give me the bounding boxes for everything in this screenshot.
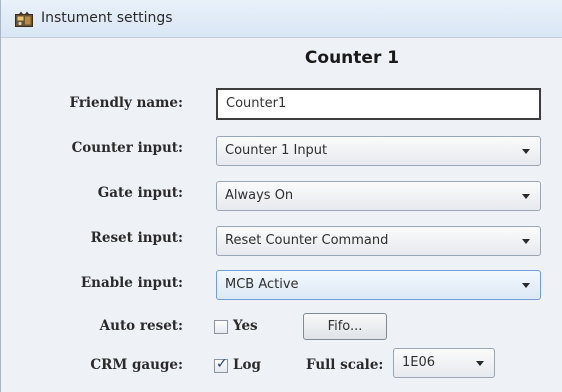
crm-gauge-checkbox[interactable]: ✓ [214,356,228,373]
reset-input-select[interactable]: Reset Counter Command [216,226,541,256]
gate-input-label: Gate input: [97,185,183,201]
counter-input-select[interactable]: Counter 1 Input [216,136,541,166]
titlebar: Instument settings [1,0,562,38]
full-scale-select[interactable]: 1E06 [393,348,495,378]
gate-input-value: Always On [225,188,294,203]
counter-input-label: Counter input: [71,140,183,156]
friendly-name-label: Friendly name: [69,95,183,111]
auto-reset-label: Auto reset: [99,318,183,334]
instrument-settings-window: Instument settings Counter 1 Friendly na… [0,0,562,392]
chevron-down-icon [522,194,530,199]
chevron-down-icon [522,239,530,244]
full-scale-value: 1E06 [402,355,436,370]
reset-input-label: Reset input: [90,230,183,246]
enable-input-value: MCB Active [225,277,299,292]
counter-heading: Counter 1 [304,48,400,68]
full-scale-label: Full scale: [306,357,384,373]
chevron-down-icon [476,361,484,366]
auto-reset-checkbox[interactable] [214,320,228,334]
enable-input-select[interactable]: MCB Active [216,270,541,300]
instrument-settings-icon [15,11,33,27]
friendly-name-field[interactable]: Counter1 [216,88,541,120]
window-title: Instument settings [41,10,173,26]
enable-input-label: Enable input: [80,275,183,291]
gate-input-select[interactable]: Always On [216,181,541,211]
chevron-down-icon [522,283,530,288]
fifo-button[interactable]: Fifo... [303,313,387,340]
auto-reset-checkbox-label: Yes [233,318,258,334]
counter-input-value: Counter 1 Input [225,143,328,158]
chevron-down-icon [522,149,530,154]
reset-input-value: Reset Counter Command [225,233,389,248]
crm-gauge-label: CRM gauge: [90,357,183,373]
checkmark-icon: ✓ [216,356,228,372]
crm-gauge-checkbox-label: Log [233,357,261,373]
